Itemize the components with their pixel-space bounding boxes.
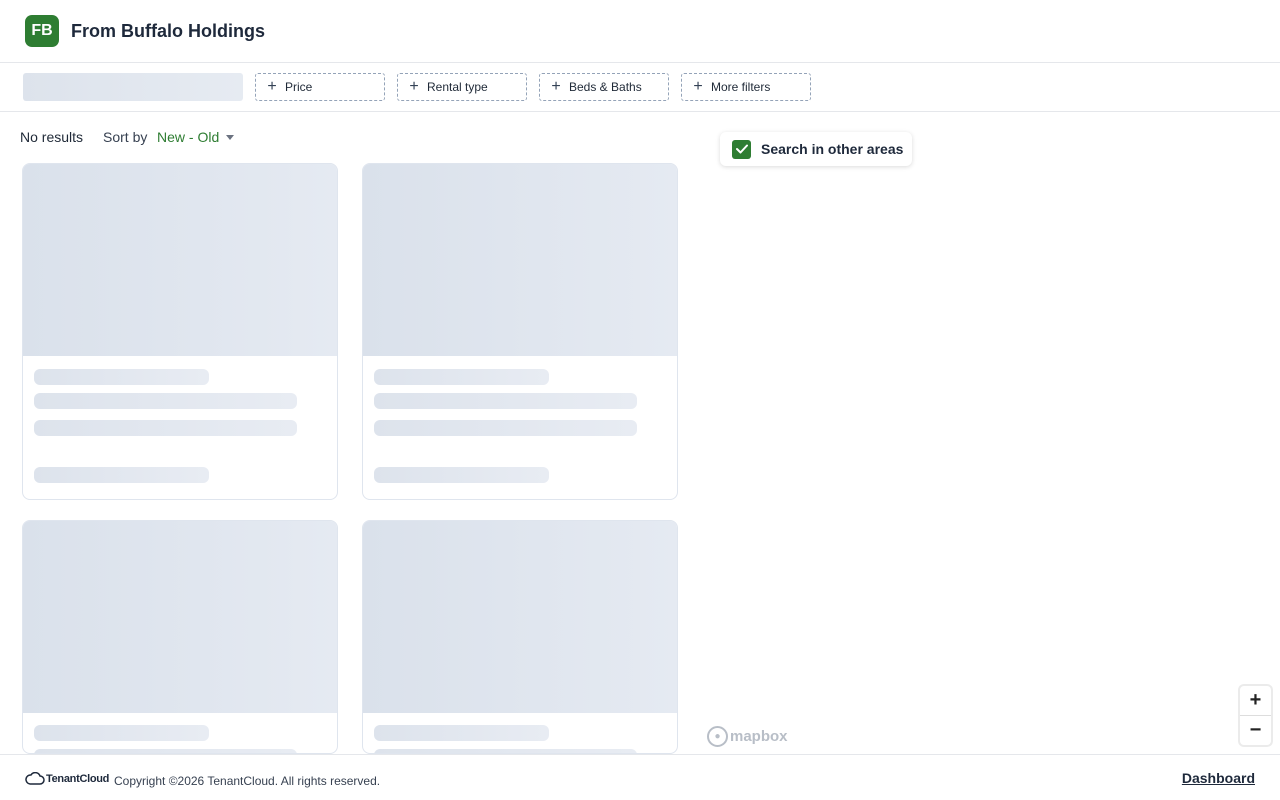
zoom-in-button[interactable]: + [1240, 686, 1271, 716]
beds-baths-filter-button[interactable]: + Beds & Baths [539, 73, 669, 101]
mapbox-wordmark: mapbox [730, 728, 788, 745]
text-skeleton [374, 725, 549, 741]
text-skeleton [374, 467, 549, 483]
cloud-icon [25, 772, 45, 785]
company-logo-badge[interactable]: FB [25, 15, 59, 47]
sort-value: New - Old [157, 129, 220, 145]
listing-image-skeleton [363, 521, 677, 713]
plus-icon: + [267, 78, 277, 95]
company-name[interactable]: From Buffalo Holdings [71, 21, 265, 42]
footer: TenantCloud Copyright ©2026 TenantCloud.… [0, 754, 1280, 800]
header: FB From Buffalo Holdings [0, 0, 1280, 63]
search-input-skeleton [23, 73, 243, 101]
price-filter-button[interactable]: + Price [255, 73, 385, 101]
tenantcloud-wordmark: TenantCloud [46, 773, 110, 785]
plus-icon: + [409, 78, 419, 95]
listing-card-skeleton [362, 520, 678, 754]
plus-icon: + [551, 78, 561, 95]
text-skeleton [34, 467, 209, 483]
more-filters-label: More filters [711, 80, 771, 94]
more-filters-button[interactable]: + More filters [681, 73, 811, 101]
text-skeleton [374, 393, 637, 409]
listing-image-skeleton [23, 521, 337, 713]
search-other-areas-label: Search in other areas [761, 141, 904, 157]
mapbox-logo[interactable]: ● mapbox [707, 726, 788, 747]
check-icon [735, 144, 748, 154]
beds-baths-filter-label: Beds & Baths [569, 80, 642, 94]
sort-dropdown[interactable]: New - Old [157, 129, 235, 145]
results-count: No results [20, 129, 84, 145]
search-other-areas-toggle[interactable]: Search in other areas [720, 132, 912, 166]
zoom-out-button[interactable]: − [1240, 716, 1271, 745]
price-filter-label: Price [285, 80, 313, 94]
listing-image-skeleton [23, 164, 337, 356]
mapbox-icon: ● [707, 726, 728, 747]
filter-bar: + Price + Rental type + Beds & Baths + M… [0, 63, 1280, 112]
text-skeleton [34, 420, 297, 436]
text-skeleton [34, 725, 209, 741]
caret-down-icon [226, 134, 235, 140]
text-skeleton [34, 369, 209, 385]
listing-card-skeleton [362, 163, 678, 500]
rental-type-filter-label: Rental type [427, 80, 488, 94]
sort-label: Sort by [103, 129, 148, 145]
listing-image-skeleton [363, 164, 677, 356]
copyright-text: Copyright ©2026 TenantCloud. All rights … [114, 774, 381, 788]
map-zoom-control: + − [1240, 686, 1271, 745]
text-skeleton [34, 393, 297, 409]
listing-card-skeleton [22, 163, 338, 500]
plus-icon: + [693, 78, 703, 95]
search-other-areas-checkbox[interactable] [732, 139, 751, 159]
text-skeleton [374, 369, 549, 385]
text-skeleton [374, 420, 637, 436]
dashboard-link[interactable]: Dashboard [1182, 770, 1255, 786]
tenantcloud-logo[interactable]: TenantCloud [25, 772, 109, 786]
listing-card-skeleton [22, 520, 338, 754]
rental-type-filter-button[interactable]: + Rental type [397, 73, 527, 101]
